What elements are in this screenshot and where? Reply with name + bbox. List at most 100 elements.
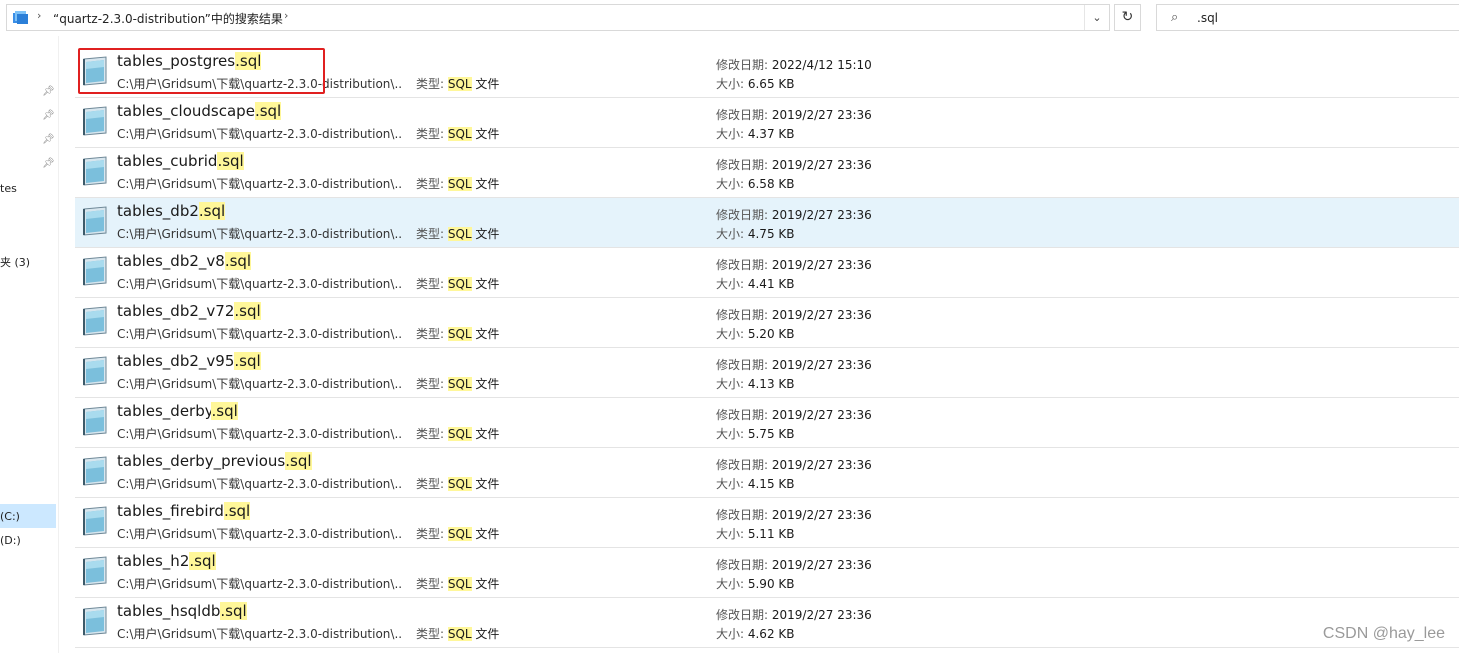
list-item[interactable]: tables_firebird.sql C:\用户\Gridsum\下载\qua…	[75, 498, 1459, 548]
breadcrumb-search-results[interactable]: “quartz-2.3.0-distribution”中的搜索结果	[53, 10, 283, 27]
nav-item-favorites[interactable]: tes	[0, 182, 17, 195]
file-type: 类型: SQL 文件	[416, 525, 499, 542]
search-box[interactable]: ⌕ .sql	[1156, 4, 1459, 31]
size-value: 4.37 KB	[747, 127, 795, 141]
type-suffix: 文件	[471, 277, 500, 291]
file-type: 类型: SQL 文件	[416, 375, 499, 392]
list-item[interactable]: tables_cloudscape.sql C:\用户\Gridsum\下载\q…	[75, 98, 1459, 148]
list-item[interactable]: tables_db2_v72.sql C:\用户\Gridsum\下载\quar…	[75, 298, 1459, 348]
list-item[interactable]: tables_db2_v8.sql C:\用户\Gridsum\下载\quart…	[75, 248, 1459, 298]
search-results-list: tables_postgres.sql C:\用户\Gridsum\下载\qua…	[75, 48, 1459, 648]
file-ext-highlight: .sql	[198, 202, 226, 220]
date-value: 2019/2/27 23:36	[771, 608, 872, 622]
toolbar-row: › “quartz-2.3.0-distribution”中的搜索结果 › ⌄ …	[0, 0, 1459, 36]
size-value: 5.11 KB	[747, 527, 795, 541]
file-ext-highlight: .sql	[234, 352, 261, 370]
file-size: 大小: 5.75 KB	[716, 425, 795, 442]
breadcrumb-chevron-end[interactable]: ›	[284, 9, 288, 22]
type-value-highlight: SQL	[447, 427, 472, 441]
file-size: 大小: 4.37 KB	[716, 125, 795, 142]
file-path: C:\用户\Gridsum\下载\quartz-2.3.0-distributi…	[117, 427, 402, 441]
size-value: 5.75 KB	[747, 427, 795, 441]
list-item[interactable]: tables_derby_previous.sql C:\用户\Gridsum\…	[75, 448, 1459, 498]
size-value: 6.65 KB	[747, 77, 795, 91]
list-item[interactable]: tables_db2.sql C:\用户\Gridsum\下载\quartz-2…	[75, 198, 1459, 248]
address-history-dropdown[interactable]: ⌄	[1084, 5, 1109, 30]
address-bar[interactable]: › “quartz-2.3.0-distribution”中的搜索结果 › ⌄	[6, 4, 1110, 31]
pin-icon[interactable]: 📌︎	[42, 110, 55, 122]
file-name[interactable]: tables_db2_v72.sql	[117, 302, 261, 320]
list-item[interactable]: tables_db2_v95.sql C:\用户\Gridsum\下载\quar…	[75, 348, 1459, 398]
date-label: 修改日期:	[716, 108, 772, 122]
file-name[interactable]: tables_db2.sql	[117, 202, 226, 220]
pin-icon[interactable]: 📌︎	[42, 134, 55, 146]
modified-date: 修改日期: 2019/2/27 23:36	[716, 156, 872, 173]
file-ext-highlight: .sql	[224, 252, 252, 270]
pin-icon[interactable]: 📌︎	[42, 158, 55, 170]
date-value: 2022/4/12 15:10	[771, 58, 872, 72]
size-value: 4.62 KB	[747, 627, 795, 641]
file-type: 类型: SQL 文件	[416, 575, 499, 592]
file-name-base: tables_h2	[117, 552, 190, 570]
list-item[interactable]: tables_h2.sql C:\用户\Gridsum\下载\quartz-2.…	[75, 548, 1459, 598]
file-path: C:\用户\Gridsum\下载\quartz-2.3.0-distributi…	[117, 627, 402, 641]
file-name[interactable]: tables_cubrid.sql	[117, 152, 244, 170]
size-label: 大小:	[716, 627, 748, 641]
file-ext-highlight: .sql	[220, 602, 247, 620]
file-name-base: tables_db2_v72	[117, 302, 235, 320]
file-path: C:\用户\Gridsum\下载\quartz-2.3.0-distributi…	[117, 127, 402, 141]
list-item[interactable]: tables_cubrid.sql C:\用户\Gridsum\下载\quart…	[75, 148, 1459, 198]
size-value: 5.20 KB	[747, 327, 795, 341]
file-name-base: tables_derby	[117, 402, 212, 420]
file-name[interactable]: tables_cloudscape.sql	[117, 102, 282, 120]
type-value-highlight: SQL	[447, 227, 472, 241]
modified-date: 修改日期: 2019/2/27 23:36	[716, 306, 872, 323]
file-name[interactable]: tables_derby_previous.sql	[117, 452, 312, 470]
sql-file-icon	[83, 406, 107, 436]
type-label: 类型:	[416, 627, 448, 641]
file-name[interactable]: tables_hsqldb.sql	[117, 602, 247, 620]
pin-icon[interactable]: 📌︎	[42, 86, 55, 98]
file-name[interactable]: tables_h2.sql	[117, 552, 216, 570]
file-type: 类型: SQL 文件	[416, 475, 499, 492]
nav-item-folders[interactable]: 夹 (3)	[0, 254, 30, 270]
refresh-button[interactable]: ↻	[1114, 4, 1141, 31]
list-item[interactable]: tables_derby.sql C:\用户\Gridsum\下载\quartz…	[75, 398, 1459, 448]
nav-item-drive-d[interactable]: (D:)	[0, 534, 21, 547]
file-name[interactable]: tables_firebird.sql	[117, 502, 251, 520]
type-label: 类型:	[416, 527, 448, 541]
size-value: 6.58 KB	[747, 177, 795, 191]
file-name-base: tables_db2	[117, 202, 199, 220]
type-label: 类型:	[416, 177, 448, 191]
type-suffix: 文件	[471, 227, 500, 241]
file-name[interactable]: tables_db2_v8.sql	[117, 252, 252, 270]
file-path: C:\用户\Gridsum\下载\quartz-2.3.0-distributi…	[117, 377, 402, 391]
size-label: 大小:	[716, 477, 748, 491]
modified-date: 修改日期: 2019/2/27 23:36	[716, 356, 872, 373]
size-label: 大小:	[716, 377, 748, 391]
modified-date: 修改日期: 2019/2/27 23:36	[716, 206, 872, 223]
file-name[interactable]: tables_db2_v95.sql	[117, 352, 261, 370]
size-label: 大小:	[716, 227, 748, 241]
modified-date: 修改日期: 2019/2/27 23:36	[716, 256, 872, 273]
type-suffix: 文件	[471, 477, 500, 491]
sql-file-icon	[83, 356, 107, 386]
date-value: 2019/2/27 23:36	[771, 158, 872, 172]
type-suffix: 文件	[471, 527, 500, 541]
date-label: 修改日期:	[716, 58, 772, 72]
list-item[interactable]: tables_hsqldb.sql C:\用户\Gridsum\下载\quart…	[75, 598, 1459, 648]
date-value: 2019/2/27 23:36	[771, 108, 872, 122]
breadcrumb-chevron[interactable]: ›	[37, 9, 41, 22]
file-name-base: tables_cubrid	[117, 152, 218, 170]
file-type: 类型: SQL 文件	[416, 425, 499, 442]
search-query[interactable]: .sql	[1197, 11, 1218, 25]
file-path: C:\用户\Gridsum\下载\quartz-2.3.0-distributi…	[117, 177, 402, 191]
type-label: 类型:	[416, 477, 448, 491]
file-ext-highlight: .sql	[189, 552, 216, 570]
nav-item-drive-c[interactable]: (C:)	[0, 510, 20, 523]
modified-date: 修改日期: 2019/2/27 23:36	[716, 556, 872, 573]
pane-divider[interactable]	[58, 36, 59, 653]
file-name[interactable]: tables_derby.sql	[117, 402, 238, 420]
watermark: CSDN @hay_lee	[1322, 625, 1445, 642]
file-name-base: tables_hsqldb	[117, 602, 221, 620]
